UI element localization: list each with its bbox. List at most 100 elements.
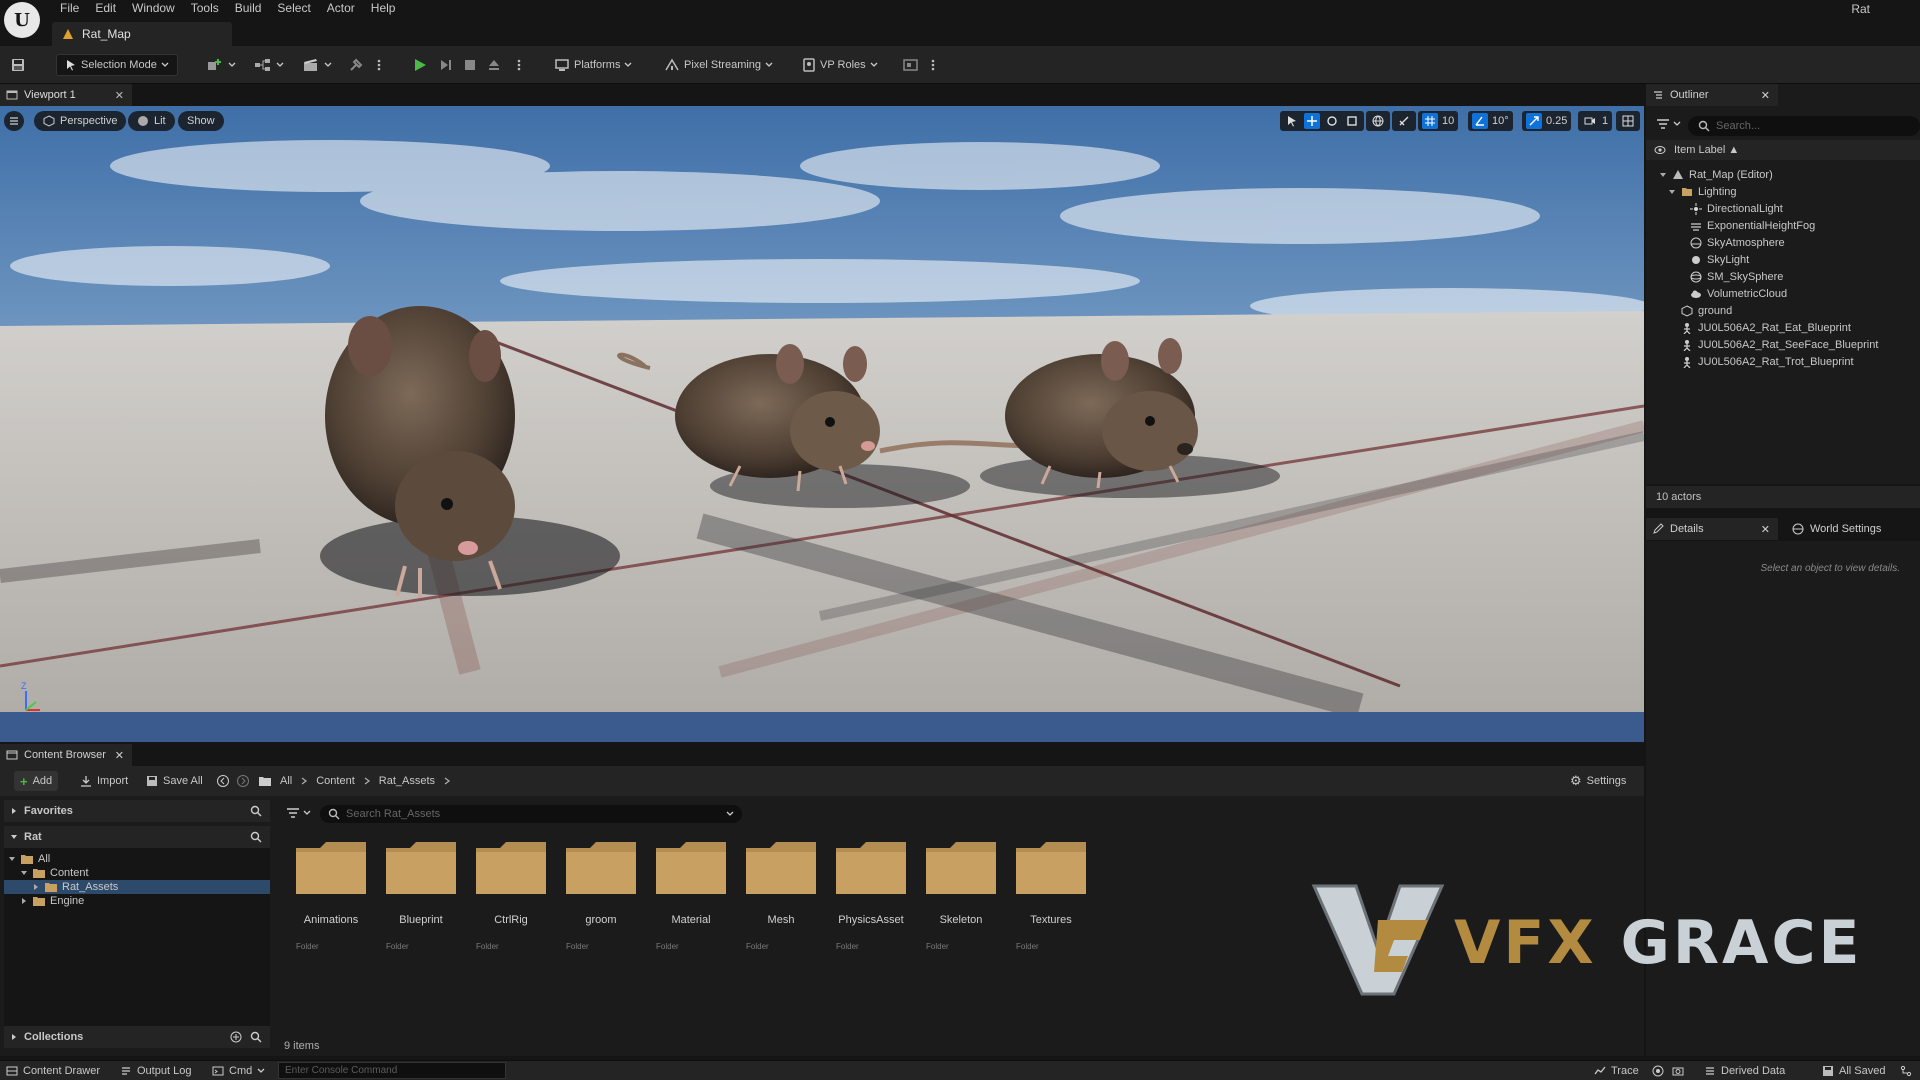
outliner-filter-button[interactable] bbox=[1656, 118, 1681, 130]
menu-build[interactable]: Build bbox=[227, 0, 270, 16]
folder-tile[interactable]: CtrlRig Folder bbox=[466, 842, 550, 962]
outliner-item[interactable]: ground bbox=[1668, 302, 1920, 319]
item-label-column[interactable]: Item Label ▲ bbox=[1674, 144, 1739, 156]
trace-button[interactable]: Trace bbox=[1594, 1063, 1639, 1079]
build-icon[interactable] bbox=[348, 54, 364, 76]
folder-tile[interactable]: Blueprint Folder bbox=[376, 842, 460, 962]
stop-button[interactable] bbox=[462, 54, 478, 76]
breadcrumb-content[interactable]: Content bbox=[316, 775, 355, 787]
record-icon[interactable] bbox=[1652, 1063, 1664, 1079]
outliner-column-header[interactable]: Item Label ▲ bbox=[1646, 140, 1920, 160]
asset-search-input[interactable]: Search Rat_Assets bbox=[320, 805, 742, 823]
level-tab[interactable]: Rat_Map bbox=[52, 22, 232, 46]
level-viewport[interactable]: Z Perspective Lit Show 10 10° 0.25 1 bbox=[0, 106, 1644, 742]
folder-icon[interactable] bbox=[258, 775, 272, 787]
close-icon[interactable]: ✕ bbox=[1761, 523, 1770, 536]
outliner-search-input[interactable]: Search... bbox=[1688, 116, 1920, 136]
content-drawer-button[interactable]: Content Drawer bbox=[6, 1063, 100, 1079]
translate-tool-icon[interactable] bbox=[1304, 113, 1320, 129]
outliner-item[interactable]: JU0L506A2_Rat_Eat_Blueprint bbox=[1668, 319, 1920, 336]
outliner-item[interactable]: SkyAtmosphere bbox=[1677, 234, 1920, 251]
outliner-item[interactable]: JU0L506A2_Rat_SeeFace_Blueprint bbox=[1668, 336, 1920, 353]
screenshot-icon[interactable] bbox=[1672, 1063, 1684, 1079]
unreal-logo-icon[interactable]: U bbox=[4, 2, 40, 38]
menu-window[interactable]: Window bbox=[124, 0, 183, 16]
toolbar-more-icon[interactable] bbox=[930, 54, 936, 76]
settings-button[interactable]: ⚙ Settings bbox=[1564, 771, 1632, 791]
outliner-item[interactable]: VolumetricCloud bbox=[1677, 285, 1920, 302]
back-icon[interactable] bbox=[216, 774, 230, 788]
show-dropdown[interactable]: Show bbox=[178, 111, 224, 131]
rotation-snap-control[interactable]: 10° bbox=[1468, 111, 1513, 131]
world-settings-tab[interactable]: World Settings bbox=[1786, 518, 1916, 540]
viewport-options-button[interactable] bbox=[4, 111, 24, 131]
menu-tools[interactable]: Tools bbox=[183, 0, 227, 16]
folder-tile[interactable]: PhysicsAsset Folder bbox=[826, 842, 910, 962]
favorites-header[interactable]: Favorites bbox=[4, 800, 270, 822]
outliner-item[interactable]: SkyLight bbox=[1677, 251, 1920, 268]
search-icon[interactable] bbox=[250, 1031, 262, 1043]
eye-icon[interactable] bbox=[1654, 145, 1666, 155]
outliner-item[interactable]: SM_SkySphere bbox=[1677, 268, 1920, 285]
viewport-layout-button[interactable] bbox=[1616, 111, 1640, 131]
folder-tile[interactable]: Mesh Folder bbox=[736, 842, 820, 962]
folder-tile[interactable]: groom Folder bbox=[556, 842, 640, 962]
menu-file[interactable]: File bbox=[52, 0, 87, 16]
scale-snap-control[interactable]: 0.25 bbox=[1522, 111, 1572, 131]
search-icon[interactable] bbox=[250, 831, 262, 843]
grid-snap-control[interactable]: 10 bbox=[1418, 111, 1459, 131]
folder-tile[interactable]: Animations Folder bbox=[286, 842, 370, 962]
source-control-icon[interactable] bbox=[1900, 1063, 1912, 1079]
import-button[interactable]: Import bbox=[74, 771, 134, 791]
layout-icon[interactable] bbox=[902, 54, 920, 76]
outliner-item[interactable]: Lighting bbox=[1668, 183, 1920, 200]
outliner-item[interactable]: Rat_Map (Editor) bbox=[1659, 166, 1920, 183]
add-button[interactable]: + Add bbox=[14, 771, 59, 791]
rotate-tool-icon[interactable] bbox=[1324, 113, 1340, 129]
more-options-icon[interactable] bbox=[376, 54, 382, 76]
camera-speed-control[interactable]: 1 bbox=[1578, 111, 1613, 131]
view-mode-dropdown[interactable]: Lit bbox=[128, 111, 175, 131]
content-browser-tab[interactable]: Content Browser ✕ bbox=[0, 744, 132, 766]
surface-snapping-toggle[interactable] bbox=[1392, 111, 1416, 131]
breadcrumb-all[interactable]: All bbox=[280, 775, 292, 787]
search-icon[interactable] bbox=[250, 805, 262, 817]
play-options-icon[interactable] bbox=[516, 54, 522, 76]
all-saved-button[interactable]: All Saved bbox=[1822, 1063, 1885, 1079]
close-icon[interactable]: ✕ bbox=[115, 749, 124, 762]
menu-help[interactable]: Help bbox=[363, 0, 404, 16]
forward-icon[interactable] bbox=[236, 774, 250, 788]
blueprints-button[interactable] bbox=[254, 54, 284, 76]
menu-actor[interactable]: Actor bbox=[319, 0, 363, 16]
folder-tile[interactable]: Skeleton Folder bbox=[916, 842, 1000, 962]
folder-tree-item[interactable]: Rat_Assets bbox=[4, 880, 270, 894]
details-tab[interactable]: Details ✕ bbox=[1646, 518, 1778, 540]
console-command-input[interactable]: Enter Console Command bbox=[278, 1062, 506, 1079]
pixel-streaming-dropdown[interactable]: Pixel Streaming bbox=[664, 54, 773, 76]
menu-select[interactable]: Select bbox=[269, 0, 318, 16]
derived-data-button[interactable]: Derived Data bbox=[1704, 1063, 1785, 1079]
folder-tree-item[interactable]: All bbox=[4, 852, 270, 866]
outliner-tab[interactable]: Outliner ✕ bbox=[1646, 84, 1778, 106]
menu-edit[interactable]: Edit bbox=[87, 0, 124, 16]
asset-filter-button[interactable] bbox=[286, 807, 311, 819]
folder-tree-item[interactable]: Engine bbox=[4, 894, 270, 908]
collections-header[interactable]: Collections bbox=[4, 1026, 270, 1048]
world-local-toggle[interactable] bbox=[1366, 111, 1390, 131]
select-tool-icon[interactable] bbox=[1284, 113, 1300, 129]
folder-tree-item[interactable]: Content bbox=[4, 866, 270, 880]
breadcrumb-rat-assets[interactable]: Rat_Assets bbox=[379, 775, 435, 787]
cmd-dropdown[interactable]: Cmd bbox=[212, 1063, 265, 1079]
outliner-item[interactable]: ExponentialHeightFog bbox=[1677, 217, 1920, 234]
output-log-button[interactable]: Output Log bbox=[120, 1063, 191, 1079]
advance-frame-button[interactable] bbox=[438, 54, 454, 76]
add-actor-button[interactable] bbox=[206, 54, 236, 76]
close-icon[interactable]: ✕ bbox=[115, 89, 124, 102]
play-button[interactable] bbox=[412, 54, 428, 76]
close-icon[interactable]: ✕ bbox=[1761, 89, 1770, 102]
cinematics-button[interactable] bbox=[302, 54, 332, 76]
scale-tool-icon[interactable] bbox=[1344, 113, 1360, 129]
project-folders-header[interactable]: Rat bbox=[4, 826, 270, 848]
selection-mode-dropdown[interactable]: Selection Mode bbox=[56, 54, 178, 76]
folder-tile[interactable]: Material Folder bbox=[646, 842, 730, 962]
